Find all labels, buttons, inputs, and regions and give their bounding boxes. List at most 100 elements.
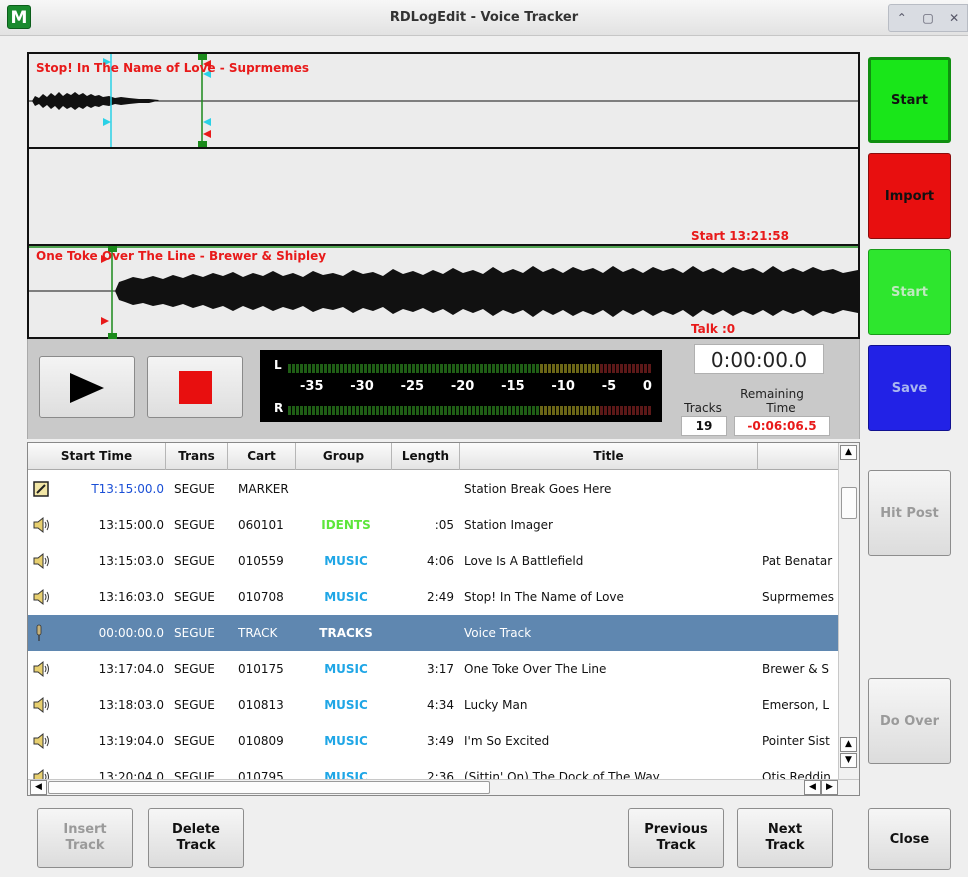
table-row[interactable]: T13:15:00.0 SEGUE MARKER Station Break Goes… bbox=[28, 471, 838, 507]
cell-group: MUSIC bbox=[324, 698, 368, 712]
maximize-up-icon[interactable]: ⌃ bbox=[897, 11, 907, 25]
elapsed-timer: 0:00:00.0 bbox=[694, 344, 824, 374]
column-header-artist[interactable] bbox=[758, 443, 838, 470]
table-row[interactable]: 13:19:04.0 SEGUE 010809 MUSIC 3:49 I'm So Exc… bbox=[28, 723, 838, 759]
cell-title: Voice Track bbox=[464, 626, 532, 640]
waveform-display[interactable]: Stop! In The Name of Love - Suprmemes St… bbox=[27, 52, 860, 339]
table-row[interactable]: 13:15:03.0 SEGUE 010559 MUSIC 4:06 Love Is A … bbox=[28, 543, 838, 579]
next-track-button[interactable]: Next Track bbox=[737, 808, 833, 868]
cell-start-time: 13:16:03.0 bbox=[98, 590, 164, 604]
cell-cart: 010175 bbox=[238, 662, 284, 676]
table-row[interactable]: 13:15:00.0 SEGUE 060101 IDENTS:05 Station Im… bbox=[28, 507, 838, 543]
cell-artist: Pat Benatar bbox=[762, 554, 833, 568]
cell-artist: Emerson, L bbox=[762, 698, 830, 712]
window-controls: ⌃ ▢ ✕ bbox=[888, 4, 968, 32]
cell-title: Station Imager bbox=[464, 518, 553, 532]
hit-post-button[interactable]: Hit Post bbox=[868, 470, 951, 556]
table-row[interactable]: 00:00:00.0 SEGUE TRACK TRACKS Voice Track bbox=[28, 615, 838, 651]
cell-group: TRACKS bbox=[319, 626, 373, 640]
cell-cart: 010708 bbox=[238, 590, 284, 604]
cell-length: :05 bbox=[434, 518, 454, 532]
cell-cart: TRACK bbox=[238, 626, 278, 640]
table-row[interactable]: 13:17:04.0 SEGUE 010175 MUSIC 3:17 One Toke O… bbox=[28, 651, 838, 687]
column-header-length[interactable]: Length bbox=[392, 443, 460, 470]
next-track-waveform[interactable]: One Toke Over The Line - Brewer & Shiple… bbox=[29, 246, 858, 339]
voice-start-time-label: Start 13:21:58 bbox=[691, 229, 790, 243]
column-header-title[interactable]: Title bbox=[460, 443, 758, 470]
column-header-start-time[interactable]: Start Time bbox=[28, 443, 166, 470]
meter-tick: -5 bbox=[601, 379, 617, 394]
cell-cart: 010809 bbox=[238, 734, 284, 748]
stop-button[interactable] bbox=[147, 356, 243, 418]
vertical-scroll-thumb[interactable] bbox=[841, 487, 857, 519]
meter-tick: -20 bbox=[450, 379, 475, 394]
cell-length: 4:06 bbox=[427, 554, 454, 568]
horizontal-scrollbar[interactable]: ◀ ◀ ▶ bbox=[28, 779, 859, 795]
insert-track-button[interactable]: Insert Track bbox=[37, 808, 133, 868]
meter-scale: -35 -30 -25 -20 -15 -10 -5 0 bbox=[300, 379, 652, 394]
cell-start-time: 13:15:03.0 bbox=[98, 554, 164, 568]
table-row[interactable]: 13:16:03.0 SEGUE 010708 MUSIC 2:49 Stop! In T… bbox=[28, 579, 838, 615]
cell-trans: SEGUE bbox=[174, 734, 215, 748]
cell-title: Love Is A Battlefield bbox=[464, 554, 584, 568]
vertical-scrollbar[interactable]: ▲ ▲ ▼ bbox=[838, 443, 859, 779]
window-title: RDLogEdit - Voice Tracker bbox=[389, 10, 579, 25]
next-track-label: One Toke Over The Line - Brewer & Shiple… bbox=[36, 249, 327, 263]
close-button[interactable]: Close bbox=[868, 808, 951, 870]
cell-trans: SEGUE bbox=[174, 626, 215, 640]
table-row[interactable]: 13:18:03.0 SEGUE 010813 MUSIC 4:34 Lucky Man E… bbox=[28, 687, 838, 723]
left-channel-bar bbox=[288, 362, 652, 373]
meter-left-label: L bbox=[274, 358, 282, 372]
stop-icon bbox=[179, 371, 212, 404]
cell-title: One Toke Over The Line bbox=[464, 662, 607, 676]
cell-cart: 010559 bbox=[238, 554, 284, 568]
scroll-up-icon[interactable]: ▲ bbox=[840, 445, 857, 460]
do-over-button[interactable]: Do Over bbox=[868, 678, 951, 764]
log-table[interactable]: Start Time Trans Cart Group Length Title… bbox=[27, 442, 860, 796]
cell-trans: SEGUE bbox=[174, 698, 215, 712]
cell-artist: Suprmemes bbox=[762, 590, 834, 604]
column-header-cart[interactable]: Cart bbox=[228, 443, 296, 470]
delete-track-button[interactable]: Delete Track bbox=[148, 808, 244, 868]
tracks-label: Tracks bbox=[684, 401, 722, 415]
column-header-group[interactable]: Group bbox=[296, 443, 392, 470]
start-button[interactable]: Start bbox=[868, 57, 951, 143]
scroll-down-icon[interactable]: ▼ bbox=[840, 753, 857, 768]
audio-level-meter: L -35 -30 -25 -20 -15 -10 -5 0 R bbox=[260, 350, 662, 422]
close-window-icon[interactable]: ✕ bbox=[949, 11, 959, 25]
cell-cart: 010813 bbox=[238, 698, 284, 712]
cell-cart: MARKER bbox=[238, 482, 289, 496]
cell-start-time: 00:00:00.0 bbox=[98, 626, 164, 640]
play-button[interactable] bbox=[39, 356, 135, 418]
voice-track-waveform[interactable]: Start 13:21:58 bbox=[29, 149, 858, 246]
cell-start-time: T13:15:00.0 bbox=[91, 482, 164, 496]
cell-trans: SEGUE bbox=[174, 662, 215, 676]
scroll-up-icon-lower[interactable]: ▲ bbox=[840, 737, 857, 752]
restore-icon[interactable]: ▢ bbox=[922, 11, 933, 25]
transport-panel: L -35 -30 -25 -20 -15 -10 -5 0 R 0:00:00… bbox=[27, 339, 860, 439]
scroll-left-icon-right[interactable]: ◀ bbox=[804, 780, 821, 795]
cell-group bbox=[300, 471, 392, 507]
cell-artist bbox=[762, 615, 838, 651]
previous-track-waveform[interactable]: Stop! In The Name of Love - Suprmemes bbox=[29, 54, 858, 149]
scroll-right-icon[interactable]: ▶ bbox=[821, 780, 838, 795]
column-header-trans[interactable]: Trans bbox=[166, 443, 228, 470]
import-button[interactable]: Import bbox=[868, 153, 951, 239]
cell-length bbox=[392, 615, 454, 651]
cell-length: 2:49 bbox=[427, 590, 454, 604]
save-button[interactable]: Save bbox=[868, 345, 951, 431]
scroll-left-icon[interactable]: ◀ bbox=[30, 780, 47, 795]
previous-track-label: Stop! In The Name of Love - Suprmemes bbox=[36, 61, 310, 75]
cell-title: I'm So Excited bbox=[464, 734, 550, 748]
previous-track-button[interactable]: Previous Track bbox=[628, 808, 724, 868]
cell-start-time: 13:18:03.0 bbox=[98, 698, 164, 712]
cell-start-time: 13:17:04.0 bbox=[98, 662, 164, 676]
cell-artist bbox=[762, 507, 838, 543]
tracks-count: 19 bbox=[681, 416, 727, 436]
start-voice-button[interactable]: Start bbox=[868, 249, 951, 335]
meter-tick: -15 bbox=[501, 379, 525, 394]
horizontal-scroll-thumb[interactable] bbox=[48, 781, 490, 794]
cell-start-time: 13:19:04.0 bbox=[98, 734, 164, 748]
table-header: Start Time Trans Cart Group Length Title bbox=[28, 443, 838, 470]
cell-title: Station Break Goes Here bbox=[464, 482, 612, 496]
